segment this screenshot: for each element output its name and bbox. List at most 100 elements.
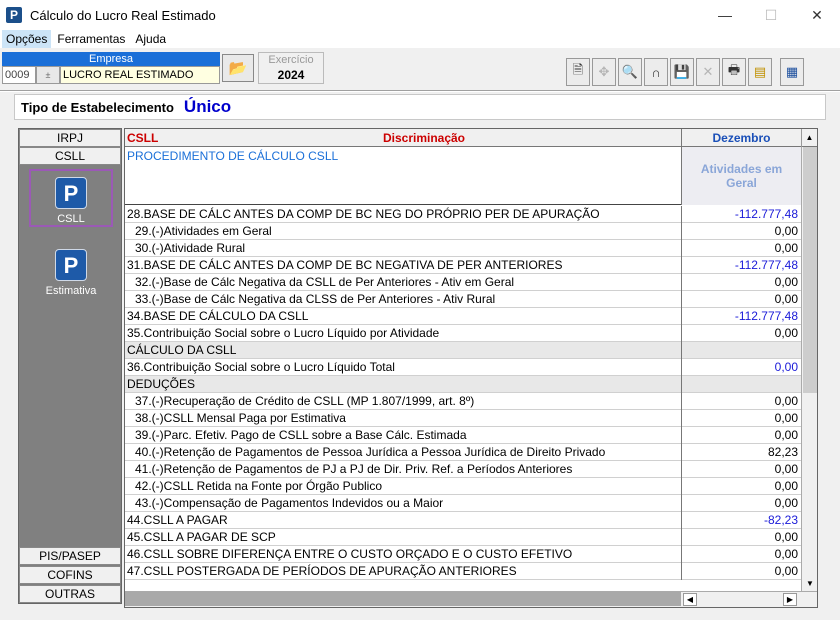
row-description: 47.CSLL POSTERGADA DE PERÍODOS DE APURAÇ… [127,564,517,578]
row-value[interactable] [681,376,801,393]
procedure-title: PROCEDIMENTO DE CÁLCULO CSLL [127,149,339,163]
separator [0,90,840,92]
title-bar: P Cálculo do Lucro Real Estimado — ☐ ✕ [0,0,840,30]
menu-opcoes[interactable]: Opções [2,30,52,48]
print-button[interactable]: 🖶 [722,58,746,86]
menu-ajuda[interactable]: Ajuda [131,30,170,48]
save-icon: 💾 [673,64,691,79]
minimize-button[interactable]: — [702,0,748,30]
row-value[interactable]: 0,00 [681,461,801,478]
exercicio-box: Exercício 2024 [258,52,324,84]
row-description: 44.CSLL A PAGAR [127,513,228,527]
tab-outras[interactable]: OUTRAS [19,585,121,603]
row-value[interactable]: -112.777,48 [681,308,801,325]
csll-p-icon: P [55,177,87,209]
row-value[interactable]: 82,23 [681,444,801,461]
tab-csll[interactable]: CSLL [19,147,121,165]
scroll-down-button[interactable]: ▼ [802,577,817,591]
table-row: 39.(-)Parc. Efetiv. Pago de CSLL sobre a… [125,427,801,444]
row-value[interactable]: 0,00 [681,359,801,376]
document-button[interactable]: 🗎 [566,58,590,86]
vertical-scrollbar[interactable]: ▼ [801,147,817,591]
row-value[interactable]: 0,00 [681,393,801,410]
stack-button[interactable]: ▤ [748,58,772,86]
row-description: 38.(-)CSLL Mensal Paga por Estimativa [135,411,346,425]
tipo-label: Tipo de Estabelecimento [21,99,174,115]
stack-icon: ▤ [753,64,767,79]
table-row: 31.BASE DE CÁLC ANTES DA COMP DE BC NEGA… [125,257,801,274]
table-row: 30.(-)Atividade Rural 0,00 [125,240,801,257]
search-button[interactable]: 🔍 [618,58,642,86]
delete-button[interactable]: ✕ [696,58,720,86]
row-value[interactable]: -112.777,48 [681,257,801,274]
row-value[interactable]: 0,00 [681,546,801,563]
row-description: CÁLCULO DA CSLL [127,343,237,357]
tab-cofins[interactable]: COFINS [19,566,121,584]
row-description: 37.(-)Recuperação de Crédito de CSLL (MP… [135,394,475,408]
row-value[interactable]: 0,00 [681,427,801,444]
row-value[interactable]: 0,00 [681,529,801,546]
row-description: 45.CSLL A PAGAR DE SCP [127,530,276,544]
window-button[interactable]: ▦ [780,58,804,86]
menu-ferramentas[interactable]: Ferramentas [53,30,129,48]
table-row: 33.(-)Base de Cálc Negativa da CLSS de P… [125,291,801,308]
table-row: 45.CSLL A PAGAR DE SCP 0,00 [125,529,801,546]
lock-icon: ∩ [651,64,661,80]
toolbar: 🗎 ✥ 🔍 ∩ 💾 ✕ 🖶 ▤ ▦ [566,58,806,86]
scroll-right-button[interactable]: ▶ [783,593,797,606]
scroll-left-button[interactable]: ◀ [683,593,697,606]
row-value[interactable]: 0,00 [681,325,801,342]
tab-irpj[interactable]: IRPJ [19,129,121,147]
table-row: 47.CSLL POSTERGADA DE PERÍODOS DE APURAÇ… [125,563,801,580]
table-row: 35.Contribuição Social sobre o Lucro Líq… [125,325,801,342]
table-row: 41.(-)Retenção de Pagamentos de PJ a PJ … [125,461,801,478]
row-description: 28.BASE DE CÁLC ANTES DA COMP DE BC NEG … [127,207,600,221]
grid-header: CSLL Discriminação Dezembro ▲ [125,129,817,147]
row-value[interactable]: 0,00 [681,291,801,308]
side-button-estimativa-label: Estimativa [45,285,97,297]
row-description: 29.(-)Atividades em Geral [135,224,272,238]
table-row: CÁLCULO DA CSLL [125,342,801,359]
row-value[interactable]: 0,00 [681,563,801,580]
row-description: 32.(-)Base de Cálc Negativa da CSLL de P… [135,275,515,289]
empresa-code-field[interactable]: 0009 [2,66,36,84]
table-row: 34.BASE DE CÁLCULO DA CSLL -112.777,48 [125,308,801,325]
row-description: 46.CSLL SOBRE DIFERENÇA ENTRE O CUSTO OR… [127,547,573,561]
side-button-csll[interactable]: P CSLL [29,169,113,227]
save-button[interactable]: 💾 [670,58,694,86]
tab-pis-pasep[interactable]: PIS/PASEP [19,547,121,565]
vertical-scroll-thumb[interactable] [803,147,817,393]
key-button[interactable]: ✥ [592,58,616,86]
table-row: 44.CSLL A PAGAR -82,23 [125,512,801,529]
table-row: 28.BASE DE CÁLC ANTES DA COMP DE BC NEG … [125,206,801,223]
empresa-name-field[interactable]: LUCRO REAL ESTIMADO [60,66,220,84]
table-row: 46.CSLL SOBRE DIFERENÇA ENTRE O CUSTO OR… [125,546,801,563]
row-value[interactable]: 0,00 [681,274,801,291]
lock-button[interactable]: ∩ [644,58,668,86]
row-value[interactable]: 0,00 [681,223,801,240]
maximize-button[interactable]: ☐ [748,0,794,30]
close-button[interactable]: ✕ [794,0,840,30]
menu-bar: Opções Ferramentas Ajuda [0,30,840,48]
table-row: DEDUÇÕES [125,376,801,393]
row-value[interactable]: 0,00 [681,240,801,257]
horizontal-scroll-track[interactable] [125,592,681,606]
table-row: 38.(-)CSLL Mensal Paga por Estimativa 0,0… [125,410,801,427]
row-value[interactable]: 0,00 [681,478,801,495]
row-value[interactable]: -82,23 [681,512,801,529]
row-description: 36.Contribuição Social sobre o Lucro Líq… [127,360,395,374]
row-description: 35.Contribuição Social sobre o Lucro Líq… [127,326,440,340]
row-value[interactable]: 0,00 [681,495,801,512]
key-icon: ✥ [598,64,610,79]
row-value[interactable]: -112.777,48 [681,206,801,223]
open-folder-button[interactable]: 📂 [222,54,254,82]
scroll-up-button[interactable]: ▲ [801,129,817,147]
column-dezembro: Dezembro [681,129,801,147]
empresa-spin-button[interactable]: ± [36,66,60,84]
exercicio-value[interactable]: 2024 [259,67,323,83]
row-description: 30.(-)Atividade Rural [135,241,246,255]
row-value[interactable] [681,342,801,359]
row-value[interactable]: 0,00 [681,410,801,427]
side-button-estimativa[interactable]: P Estimativa [29,249,113,297]
left-panel: IRPJ CSLL P CSLL P Estimativa PIS/PASEP … [18,128,122,604]
